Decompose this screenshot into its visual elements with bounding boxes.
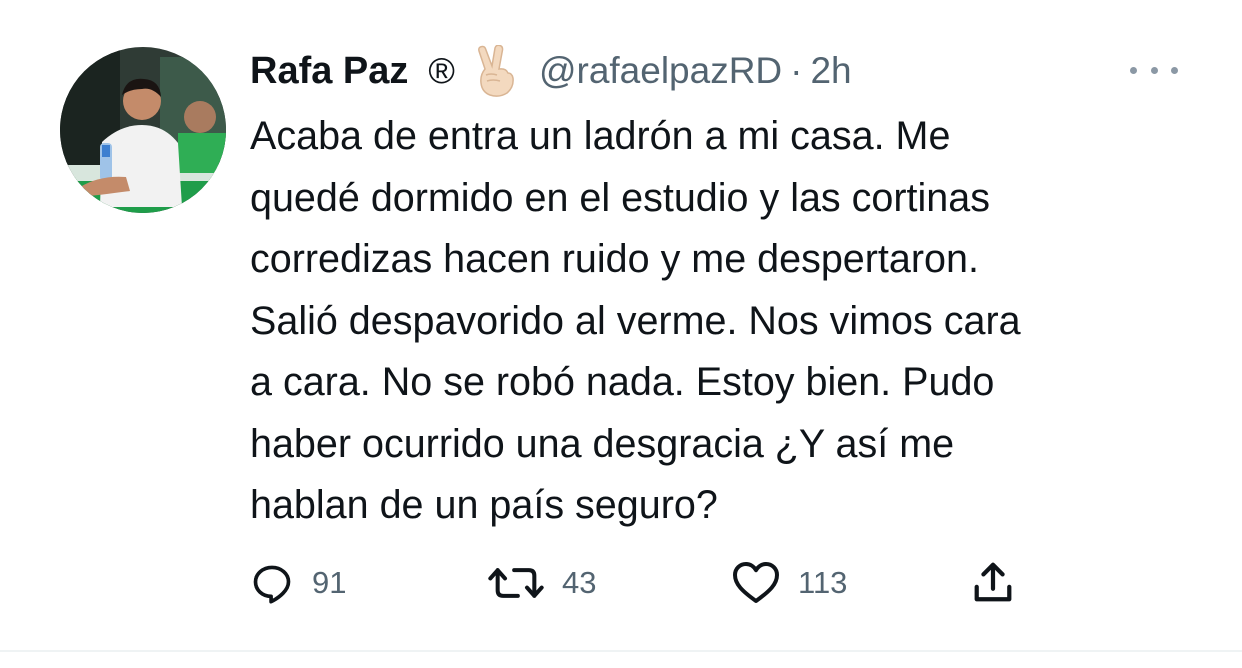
tweet: Rafa Paz ® @rafaelpazRD · 2h Acaba de en… <box>0 0 1242 650</box>
tweet-actions: 91 43 113 <box>0 555 1242 611</box>
tweet-text-line: Acaba de entra un ladrón a mi casa. Me <box>250 114 951 158</box>
share-button[interactable] <box>970 555 1016 611</box>
registered-mark: ® <box>428 50 455 91</box>
tweet-text-line: a cara. No se robó nada. Estoy bien. Pud… <box>250 360 995 404</box>
display-name[interactable]: Rafa Paz <box>250 50 408 93</box>
retweet-count: 43 <box>562 565 597 600</box>
tweet-text-line: Salió despavorido al verme. Nos vimos ca… <box>250 298 1021 343</box>
more-dot <box>1150 66 1158 74</box>
more-options-icon[interactable] <box>1130 56 1178 84</box>
tweet-text-line: corredizas hacen ruido y me despertaron. <box>250 237 979 281</box>
share-icon <box>974 562 1012 602</box>
tweet-text-line: haber ocurrido una desgracia ¿Y así me <box>250 421 955 466</box>
avatar-photo <box>60 47 226 213</box>
like-count: 113 <box>798 565 848 600</box>
victory-hand-emoji <box>473 44 519 97</box>
heart-icon <box>733 562 779 603</box>
more-dot <box>1171 66 1178 74</box>
tweet-text: Acaba de entra un ladrón a mi casa. Me q… <box>250 106 1210 537</box>
tweet-text-line: hablan de un país seguro? <box>250 483 718 527</box>
reply-icon <box>253 565 291 604</box>
avatar[interactable] <box>60 47 226 213</box>
divider <box>0 650 1242 652</box>
header-separator: · <box>790 50 803 91</box>
tweet-text-line: quedé dormido en el estudio y las cortin… <box>250 175 990 220</box>
reply-count: 91 <box>312 565 347 600</box>
user-handle[interactable]: @rafaelpazRD <box>539 50 782 92</box>
more-dot <box>1130 66 1137 74</box>
like-button[interactable]: 113 <box>732 555 847 611</box>
retweet-button[interactable]: 43 <box>488 555 596 611</box>
tweet-timestamp[interactable]: 2h <box>810 50 851 92</box>
tweet-header: Rafa Paz ® @rafaelpazRD · 2h <box>250 40 852 102</box>
retweet-icon <box>488 568 544 598</box>
reply-button[interactable]: 91 <box>250 555 346 611</box>
